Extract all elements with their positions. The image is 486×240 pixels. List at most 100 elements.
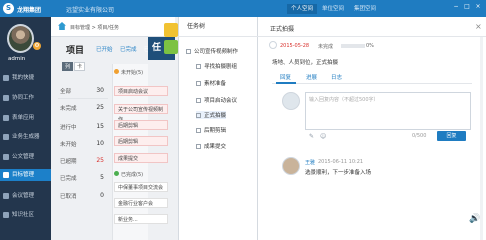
task-card[interactable]: 后期剪辑 bbox=[114, 120, 168, 130]
clock-icon bbox=[269, 41, 277, 49]
reply-button[interactable]: 回复 bbox=[437, 131, 466, 141]
stat-label[interactable]: 未开始 bbox=[60, 140, 77, 148]
tab-unit-space[interactable]: 单位空间 bbox=[318, 4, 348, 14]
list-icon[interactable] bbox=[164, 23, 178, 37]
checkbox-icon[interactable] bbox=[196, 128, 201, 133]
active-tab-indicator bbox=[276, 82, 296, 84]
close-icon[interactable]: × bbox=[474, 3, 482, 11]
view-card-button[interactable]: 卡 bbox=[74, 62, 85, 71]
checkbox-icon[interactable] bbox=[196, 113, 201, 118]
sidebar-item-builder[interactable]: 业务生成器 bbox=[0, 131, 51, 143]
tree-item[interactable]: 项目启动会议 bbox=[196, 96, 237, 104]
task-card[interactable]: 项目启动会议 bbox=[114, 86, 168, 96]
minimize-icon[interactable]: − bbox=[452, 3, 460, 11]
tab-log[interactable]: 日志 bbox=[331, 73, 342, 81]
scrollbar[interactable] bbox=[480, 37, 483, 240]
sidebar-item-documents[interactable]: 公文管理 bbox=[0, 151, 51, 163]
status-dot-icon bbox=[114, 171, 119, 176]
sidebar-item-knowledge[interactable]: 知识社区 bbox=[0, 209, 51, 221]
column-header-not-started: 未开始(5) bbox=[114, 69, 143, 76]
avatar bbox=[282, 92, 300, 110]
maximize-icon[interactable]: □ bbox=[463, 3, 471, 11]
tab-progress[interactable]: 进展 bbox=[306, 73, 317, 81]
breadcrumb: 目标管理 > 项目/任务 bbox=[70, 25, 120, 31]
task-card[interactable]: 关于公司宣传视频制作 bbox=[114, 104, 168, 123]
task-tree-title: 任务树 bbox=[178, 17, 258, 37]
document-icon bbox=[3, 154, 9, 160]
task-card[interactable]: 成果提交 bbox=[114, 153, 168, 163]
checkbox-icon[interactable] bbox=[196, 64, 201, 69]
status-text: 未完成 bbox=[318, 44, 334, 50]
checkbox-icon[interactable] bbox=[196, 98, 201, 103]
knowledge-icon bbox=[3, 212, 9, 218]
tab-started[interactable]: 已开始 bbox=[96, 45, 113, 53]
username: admin bbox=[8, 56, 26, 62]
close-icon[interactable]: × bbox=[475, 22, 482, 31]
emoji-icon[interactable]: ☺ bbox=[320, 133, 326, 140]
stat-value: 0 bbox=[100, 192, 104, 199]
form-icon bbox=[3, 115, 9, 121]
comment-time: 2015-06-11 10:21 bbox=[318, 159, 364, 165]
stat-value: 5 bbox=[100, 174, 104, 181]
avatar bbox=[282, 157, 300, 175]
sidebar-item-collaboration[interactable]: 协同工作 bbox=[0, 92, 51, 104]
sidebar-item-goals[interactable]: 目标管理 bbox=[0, 169, 51, 181]
tab-personal-space[interactable]: 个人空间 bbox=[287, 4, 318, 14]
stat-label[interactable]: 已取消 bbox=[60, 192, 77, 200]
star-icon bbox=[3, 75, 9, 81]
sidebar-item-meetings[interactable]: 会议管理 bbox=[0, 190, 51, 202]
tree-item-selected[interactable]: 正式拍摄 bbox=[196, 111, 227, 119]
task-card[interactable]: 后期剪辑 bbox=[114, 136, 168, 146]
stat-value: 30 bbox=[96, 87, 104, 94]
company-name: 远望实业有限公司 bbox=[66, 7, 115, 14]
tab-reply[interactable]: 回复 bbox=[280, 73, 291, 81]
stat-value: 15 bbox=[96, 123, 104, 130]
progress-bar bbox=[341, 44, 365, 48]
stat-label[interactable]: 全部 bbox=[60, 87, 71, 95]
meeting-icon bbox=[3, 193, 9, 199]
stat-label[interactable]: 已超期 bbox=[60, 157, 77, 165]
tree-item[interactable]: 素材准备 bbox=[196, 79, 226, 87]
tree-item[interactable]: 公司宣传视频制作 bbox=[186, 47, 238, 55]
stat-label[interactable]: 已完成 bbox=[60, 174, 77, 182]
stat-value: 25 bbox=[96, 157, 104, 164]
checkbox-icon[interactable] bbox=[196, 81, 201, 86]
sidebar-item-shortcuts[interactable]: 我的快捷 bbox=[0, 72, 51, 84]
sidebar-item-forms[interactable]: 表单应用 bbox=[0, 112, 51, 124]
stat-value: 25 bbox=[96, 104, 104, 111]
logo-icon: S bbox=[3, 3, 14, 14]
char-counter: 0/500 bbox=[412, 133, 427, 139]
task-description: 场地、人员到位，正式拍摄 bbox=[272, 60, 339, 66]
brand-name: 龙翔集团 bbox=[17, 7, 42, 14]
due-date: 2015-05-28 bbox=[280, 43, 310, 49]
task-card[interactable]: 中保董事项目交流会 bbox=[114, 182, 168, 192]
stat-label[interactable]: 进行中 bbox=[60, 123, 77, 131]
tab-completed[interactable]: 已完成 bbox=[120, 45, 137, 53]
tree-item[interactable]: 成果提交 bbox=[196, 142, 226, 150]
divider bbox=[58, 98, 108, 99]
tree-icon[interactable] bbox=[164, 40, 178, 54]
gear-icon[interactable]: ⚙ bbox=[33, 42, 41, 50]
reply-placeholder: 输入回复内容（不超过500字） bbox=[309, 97, 379, 103]
stat-label[interactable]: 未完成 bbox=[60, 104, 77, 112]
checkbox-icon[interactable] bbox=[186, 49, 191, 54]
comment-author: 王雅 bbox=[305, 160, 316, 166]
stat-value: 10 bbox=[96, 140, 104, 147]
attachment-icon[interactable]: ✎ bbox=[309, 133, 314, 140]
target-icon bbox=[3, 172, 9, 178]
speaker-icon[interactable]: 🔊 bbox=[469, 214, 481, 226]
tab-group-space[interactable]: 集团空间 bbox=[350, 4, 380, 14]
collab-icon bbox=[3, 95, 9, 101]
detail-title: 正式拍摄 bbox=[270, 26, 295, 33]
comment-text: 选景顺利，下一步准备入场 bbox=[305, 170, 372, 176]
task-card[interactable]: 新业务... bbox=[114, 214, 168, 224]
tree-item[interactable]: 寻找拍摄剧组 bbox=[196, 62, 237, 70]
task-card[interactable]: 金融行业客户会 bbox=[114, 198, 168, 208]
view-list-button[interactable]: 列 bbox=[62, 62, 73, 71]
checkbox-icon[interactable] bbox=[196, 144, 201, 149]
tree-item[interactable]: 后期剪辑 bbox=[196, 126, 226, 134]
page-title: 项目 bbox=[66, 46, 85, 56]
builder-icon bbox=[3, 134, 9, 140]
avatar[interactable] bbox=[7, 24, 34, 53]
status-dot-icon bbox=[114, 69, 119, 74]
